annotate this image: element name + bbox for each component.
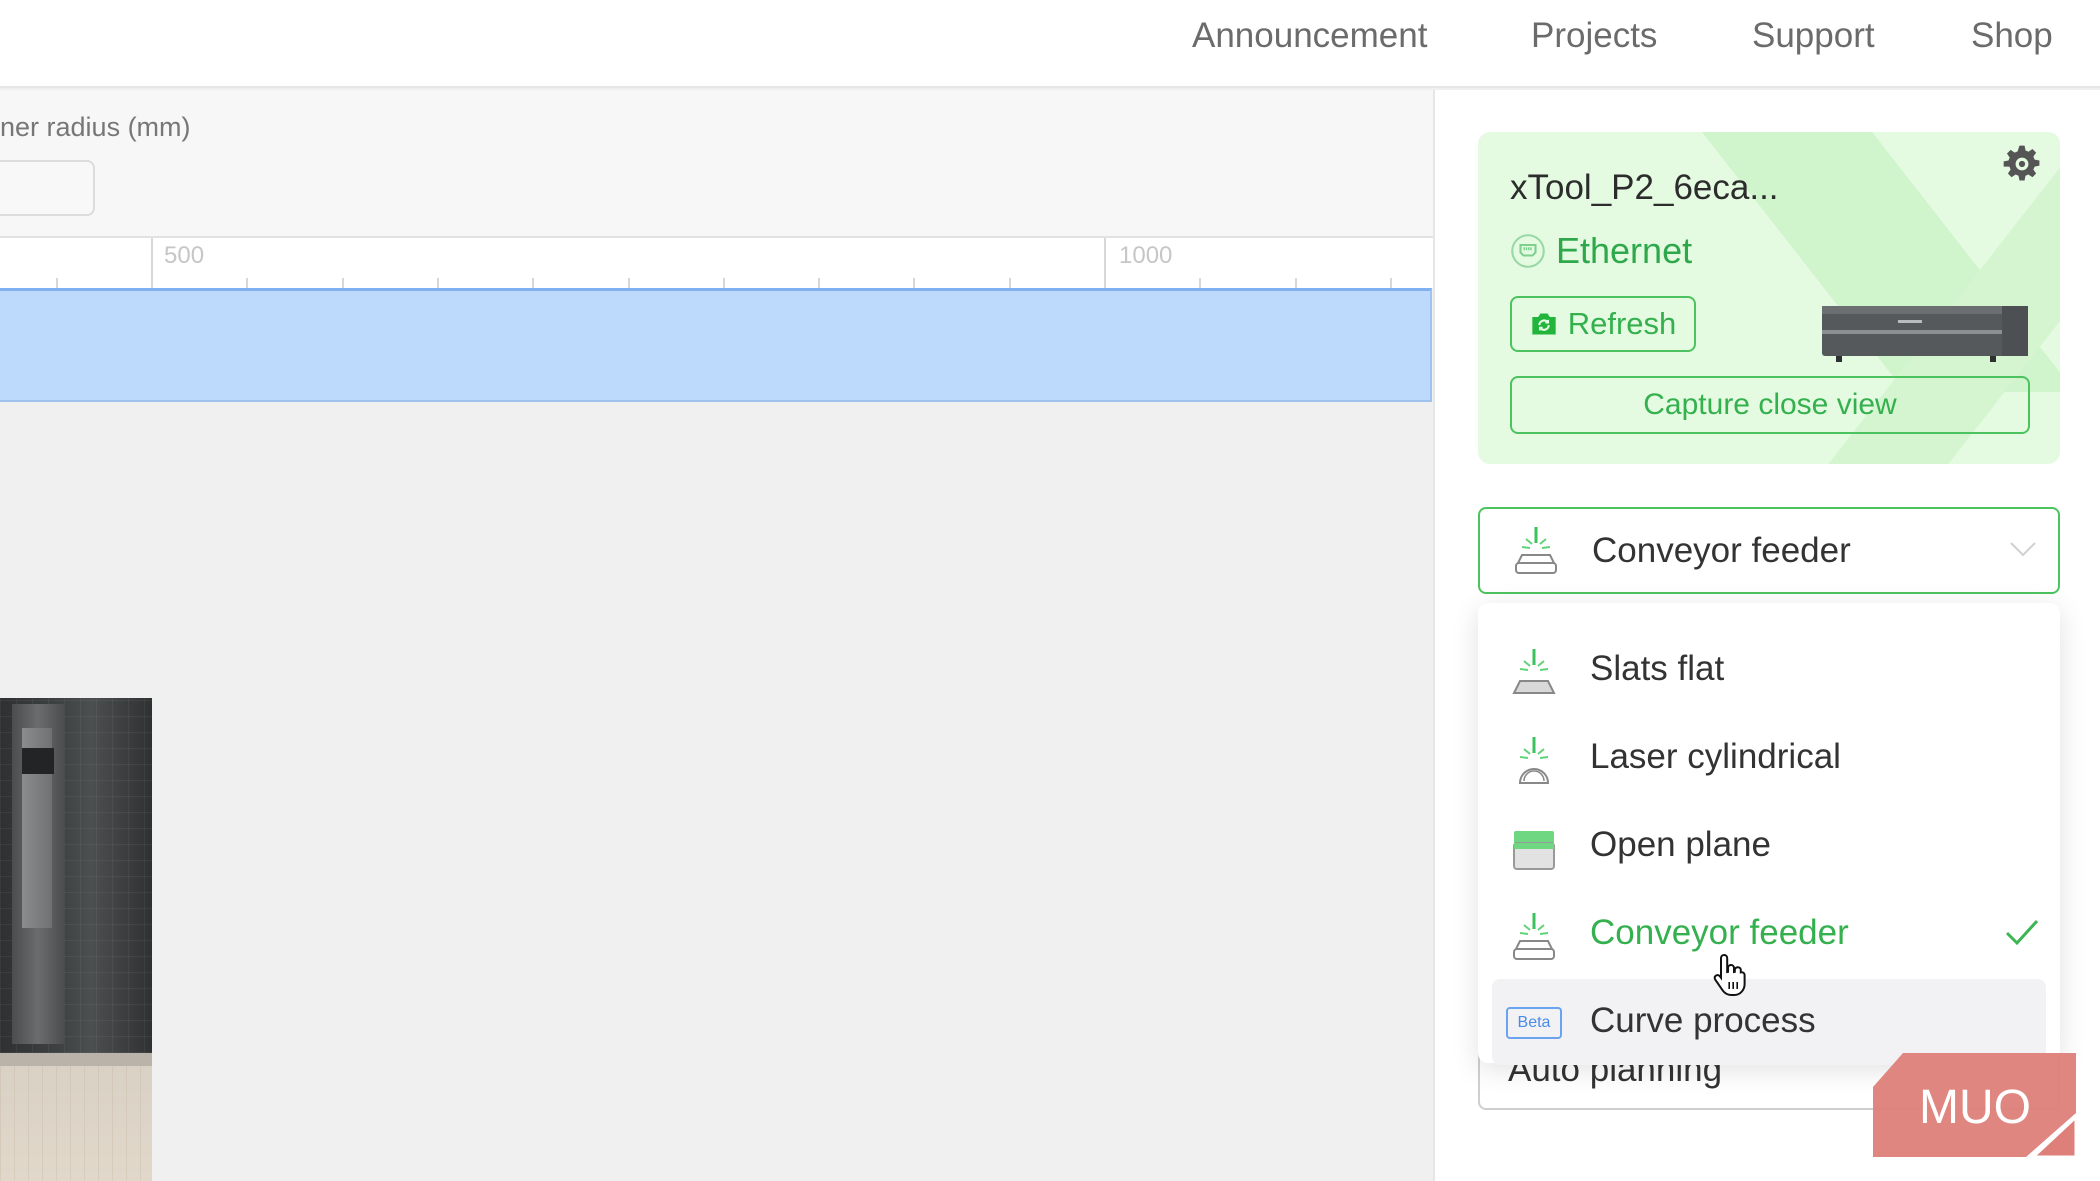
nav-announcement[interactable]: Announcement: [1192, 14, 1427, 58]
right-panel: xTool_P2_6eca... Ethernet Refresh Captur…: [1433, 90, 2100, 1181]
refresh-label: Refresh: [1567, 306, 1677, 341]
option-label: Slats flat: [1590, 649, 1725, 688]
ethernet-icon: [1511, 234, 1545, 268]
gear-icon[interactable]: [2000, 142, 2044, 186]
hand-pointer-cursor-icon: [1713, 953, 1746, 996]
option-slats-flat[interactable]: Slats flat: [1492, 627, 2046, 713]
wood-surface: [0, 1066, 152, 1181]
nav-shop[interactable]: Shop: [1971, 14, 2053, 58]
option-label: Open plane: [1590, 825, 1771, 864]
laser-machine-image: [1822, 306, 2028, 362]
selected-mode: Conveyor feeder: [1592, 531, 1851, 570]
option-open-plane[interactable]: Open plane: [1492, 803, 2046, 889]
ruler-minor-tick: [913, 278, 915, 288]
option-laser-cylindrical[interactable]: Laser cylindrical: [1492, 715, 2046, 801]
refresh-button[interactable]: Refresh: [1510, 296, 1696, 352]
ruler-minor-tick: [723, 278, 725, 288]
camera-refresh-icon: [1532, 313, 1556, 335]
camera-preview-image: [0, 698, 152, 1181]
option-label: Laser cylindrical: [1590, 737, 1841, 776]
beta-badge: Beta: [1506, 1007, 1562, 1039]
ruler-minor-tick: [56, 278, 58, 288]
ruler-minor-tick: [1390, 278, 1392, 288]
conveyor-feeder-icon: [1513, 913, 1555, 960]
nav-projects[interactable]: Projects: [1531, 14, 1657, 58]
slats-flat-icon: [1512, 649, 1556, 694]
ruler-minor-tick: [1009, 278, 1011, 288]
option-conveyor-feeder[interactable]: Conveyor feeder: [1492, 891, 2046, 977]
ruler-minor-tick: [246, 278, 248, 288]
capture-close-view-label: Capture close view: [1643, 388, 1897, 421]
ruler-major-tick: [1104, 238, 1106, 288]
watermark-text: MUO: [1919, 1081, 2031, 1134]
corner-radius-label: ner radius (mm): [0, 112, 191, 142]
canvas-workspace: ner radius (mm) 500 1000: [0, 90, 1433, 1181]
nav-support[interactable]: Support: [1752, 14, 1875, 58]
ruler-minor-tick: [628, 278, 630, 288]
ruler-major-tick: [151, 238, 153, 288]
ruler-label-1000: 1000: [1119, 242, 1173, 269]
connection-type: Ethernet: [1556, 230, 1693, 271]
connection-status: Ethernet: [1510, 230, 1692, 272]
top-nav: Announcement Projects Support Shop: [0, 0, 2100, 88]
bed-edge: [0, 1053, 152, 1067]
laser-head: [22, 748, 54, 774]
corner-radius-input[interactable]: [0, 160, 95, 216]
ruler-minor-tick: [437, 278, 439, 288]
device-card: xTool_P2_6eca... Ethernet Refresh Captur…: [1478, 132, 2060, 464]
conveyor-feeder-icon: [1515, 527, 1557, 574]
horizontal-ruler: 500 1000: [0, 236, 1433, 288]
chevron-down-icon: [2010, 542, 2036, 557]
option-label: Curve process: [1590, 1001, 1816, 1040]
check-icon: [2005, 919, 2039, 946]
laser-cylindrical-icon: [1518, 737, 1550, 784]
option-label: Conveyor feeder: [1590, 913, 1849, 952]
open-plane-icon: [1513, 831, 1555, 870]
ruler-minor-tick: [342, 278, 344, 288]
muo-watermark-logo: MUO: [1873, 1053, 2076, 1157]
properties-strip: ner radius (mm): [0, 90, 1433, 236]
selected-area-band[interactable]: [0, 288, 1432, 402]
ruler-minor-tick: [532, 278, 534, 288]
ruler-minor-tick: [1199, 278, 1201, 288]
work-mode-select[interactable]: Conveyor feeder: [1478, 507, 2060, 594]
work-mode-dropdown: Slats flat Laser cylindrical Open plane: [1478, 603, 2060, 1065]
capture-close-view-button[interactable]: Capture close view: [1510, 376, 2030, 434]
ruler-label-500: 500: [164, 242, 205, 269]
ruler-minor-tick: [818, 278, 820, 288]
device-name: xTool_P2_6eca...: [1510, 168, 1779, 207]
ruler-minor-tick: [1295, 278, 1297, 288]
